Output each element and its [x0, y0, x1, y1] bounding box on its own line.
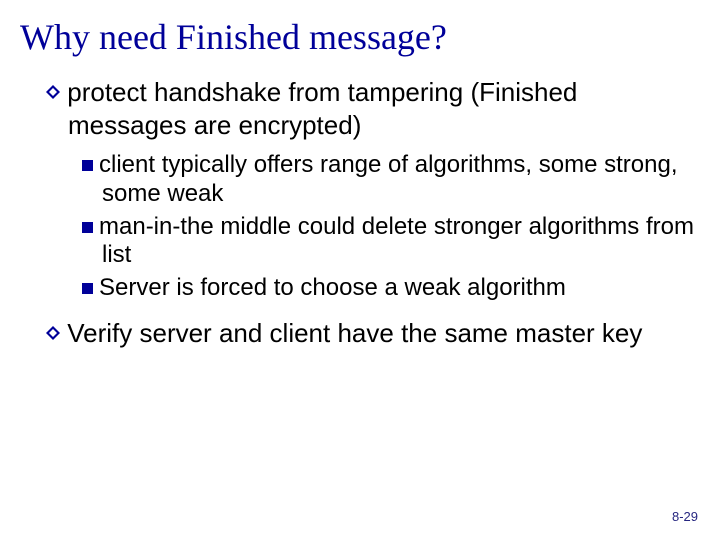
- bullet-text: client typically offers range of algorit…: [99, 151, 677, 207]
- bullet-text: protect handshake from tampering (Finish…: [67, 77, 577, 140]
- square-bullet-icon: [82, 283, 93, 294]
- diamond-bullet-icon: [46, 326, 60, 340]
- bullet-level2: Server is forced to choose a weak algori…: [82, 274, 700, 303]
- square-bullet-icon: [82, 160, 93, 171]
- bullet-text: Verify server and client have the same m…: [67, 318, 642, 348]
- bullet-text: Server is forced to choose a weak algori…: [99, 274, 566, 301]
- bullet-text: man-in-the middle could delete stronger …: [99, 213, 694, 269]
- bullet-level2: client typically offers range of algorit…: [82, 151, 700, 209]
- bullet-level1: Verify server and client have the same m…: [46, 317, 700, 350]
- bullet-level1: protect handshake from tampering (Finish…: [46, 76, 700, 141]
- slide: Why need Finished message? protect hands…: [0, 0, 720, 540]
- square-bullet-icon: [82, 222, 93, 233]
- page-number: 8-29: [672, 509, 698, 524]
- diamond-bullet-icon: [46, 85, 60, 99]
- bullet-level2: man-in-the middle could delete stronger …: [82, 213, 700, 271]
- slide-title: Why need Finished message?: [20, 16, 700, 58]
